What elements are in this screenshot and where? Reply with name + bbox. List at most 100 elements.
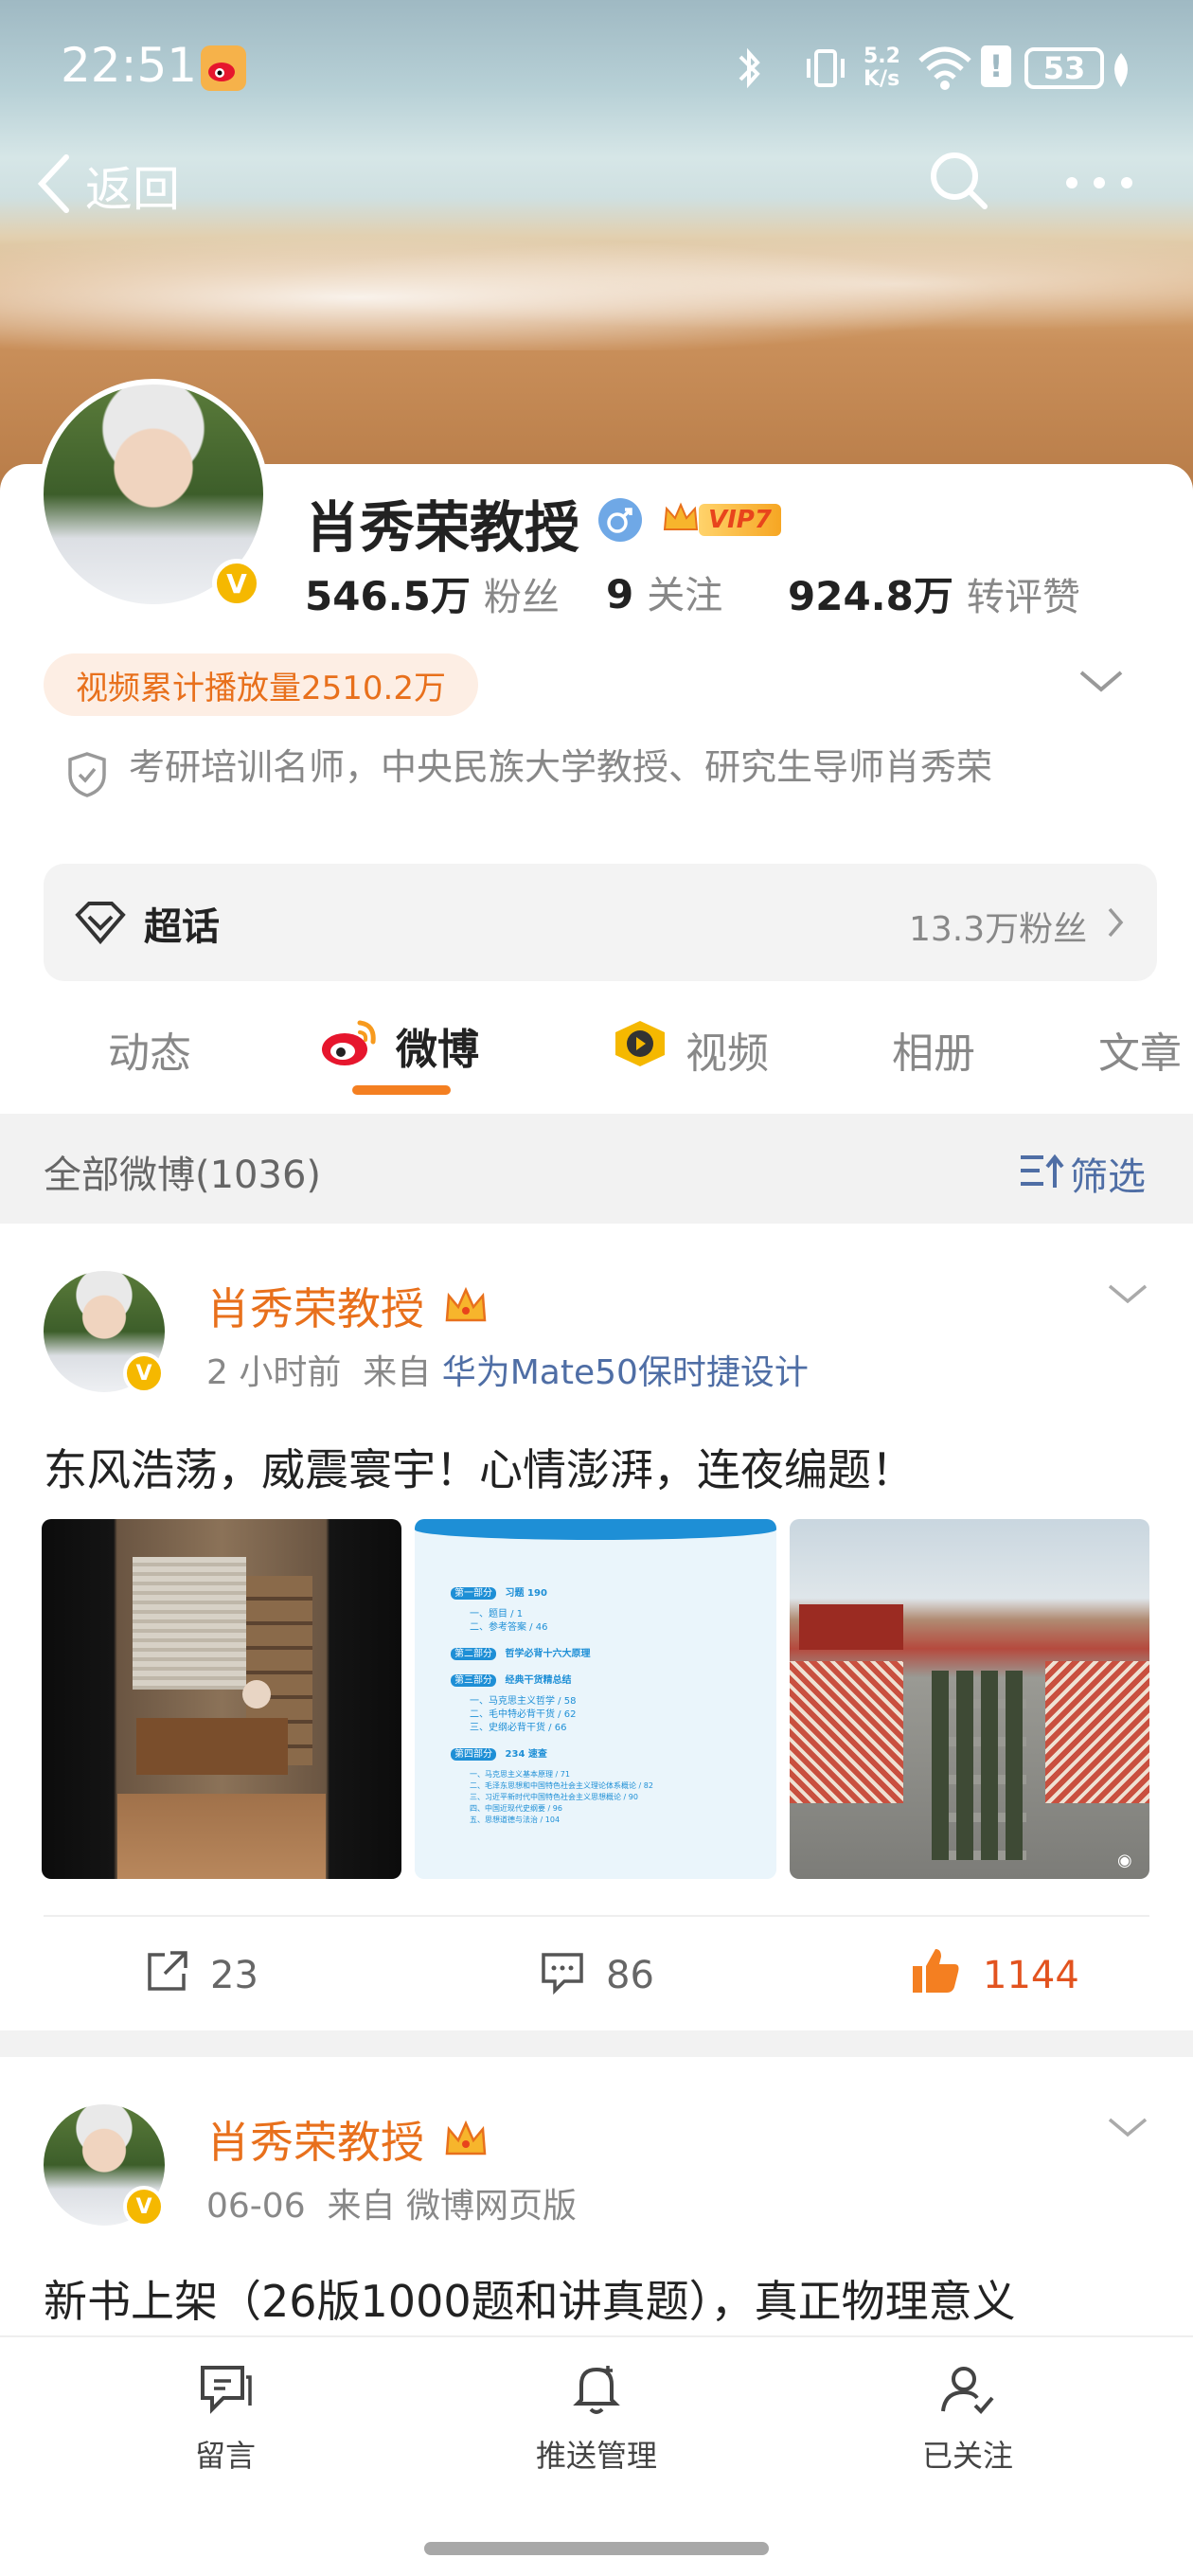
post-separator [0,2030,1193,2057]
like-count: 1144 [983,1954,1079,1997]
part-2-title: 哲学必背十六大原理 [505,1649,591,1659]
part-4-item-2: 二、毛泽东思想和中国特色社会主义理论体系概论 / 82 [470,1781,653,1790]
part-1-label: 第一部分 [451,1587,496,1600]
crown-icon [661,499,701,541]
comment-count: 86 [606,1954,654,1997]
post-menu-chevron-icon[interactable] [1106,2114,1149,2144]
battery-indicator: 53 [1024,47,1104,89]
part-4-title: 234 速查 [505,1749,547,1760]
comment-button[interactable]: 86 [538,1947,654,2004]
interactions-label: 转评赞 [966,576,1080,619]
contents-text: 第一部分 习题 190 一、题目 / 1 二、参考答案 / 46 第二部分 哲学… [451,1587,763,1826]
status-time: 22:51 [61,38,198,93]
military-parade-photo[interactable]: ◉ [790,1519,1149,1879]
diamond-icon [74,900,127,949]
video-plays-pill[interactable]: 视频累计播放量2510.2万 [44,653,478,716]
desk [136,1718,288,1775]
back-label: 返回 [85,162,180,217]
part-4-item-3: 三、习近平新时代中国特色社会主义思想概论 / 90 [470,1793,638,1801]
followed-user-icon [769,2362,1166,2424]
verified-badge: V [212,559,261,608]
vip-badge[interactable]: VIP7 [661,496,781,544]
post-meta: 2 小时前 来自 华为Mate50保时捷设计 [206,1345,809,1394]
chevron-left-icon [34,152,76,220]
repost-count: 23 [210,1954,258,1997]
nav-push-settings[interactable]: 推送管理 [398,2362,795,2476]
comment-icon [538,1947,587,2004]
search-icon[interactable] [926,148,992,218]
tab-weibo[interactable]: 微博 [396,1015,479,1076]
expand-chevron-icon[interactable] [1077,667,1125,699]
message-icon [27,2362,424,2424]
part-4-item-4: 四、中国近现代史纲要 / 96 [470,1804,562,1813]
leaf-charging-icon [1108,51,1134,93]
part-4-label: 第四部分 [451,1748,496,1761]
part-4-item-1: 一、马克思主义基本原理 / 71 [470,1770,570,1779]
video-tab-icon [610,1017,670,1074]
nav-message[interactable]: 留言 [27,2362,424,2476]
part-1-title: 习题 190 [505,1588,547,1599]
part-3-label: 第三部分 [451,1674,496,1687]
bio-text: 考研培训名师，中央民族大学教授、研究生导师肖秀荣 [129,746,993,788]
tab-articles[interactable]: 文章 [1098,1019,1193,1080]
home-indicator[interactable] [424,2542,769,2555]
following-count: 9 [606,571,634,617]
post-text: 新书上架（26版1000题和讲真题），真正物理意义 [44,2276,1016,2327]
tab-album[interactable]: 相册 [892,1019,975,1080]
study-room-photo[interactable] [42,1519,401,1879]
post-source[interactable]: 华为Mate50保时捷设计 [442,1353,809,1392]
alert-icon: ! [981,45,1011,87]
fans-label: 粉丝 [483,576,560,619]
thumbs-up-icon [909,1945,962,2006]
post-author[interactable]: 肖秀荣教授 [206,2108,424,2171]
part-4-item-5: 五、思想道德与法治 / 104 [470,1816,561,1824]
stat-interactions[interactable]: 924.8万 转评赞 [788,564,1080,622]
supertopic-label: 超话 [144,905,220,949]
supertopic-fans: 13.3万粉丝 [909,910,1088,949]
tab-dynamics[interactable]: 动态 [108,1019,191,1080]
crowd-right [1045,1661,1149,1803]
post-author[interactable]: 肖秀荣教授 [206,1275,424,1337]
part-3-item-2: 二、毛中特必背干货 / 62 [470,1709,577,1720]
nav-followed-label: 已关注 [921,2438,1013,2474]
vip-level: VIP7 [699,504,781,536]
tab-videos[interactable]: 视频 [686,1019,769,1080]
nav-followed[interactable]: 已关注 [769,2362,1166,2476]
bluetooth-icon [731,44,769,97]
stat-following[interactable]: 9 关注 [606,564,722,619]
back-button[interactable]: 返回 [34,152,180,220]
tab-active-indicator [352,1085,451,1095]
vehicle-column [932,1671,1026,1860]
like-button[interactable]: 1144 [909,1945,1079,2006]
profile-name: 肖秀荣教授 [305,495,580,560]
post-verified-badge: V [123,2186,165,2227]
share-icon [144,1947,191,2004]
banner-wave [0,218,1193,350]
part-3-title: 经典干货精总结 [505,1675,572,1686]
chevron-right-icon [1104,905,1127,943]
crown-icon [441,1282,490,1332]
interactions-count: 924.8万 [788,573,953,619]
part-3-item-1: 一、马克思主义哲学 / 58 [470,1696,577,1707]
crowd-left [790,1661,903,1803]
part-1-item-1: 一、题目 / 1 [470,1609,524,1619]
tiananmen-building [799,1604,903,1650]
stat-fans[interactable]: 546.5万 粉丝 [305,564,560,622]
filter-button[interactable]: 筛选 [1017,1146,1146,1201]
part-2-label: 第二部分 [451,1648,496,1660]
weibo-notification-icon [201,45,246,91]
filter-label: 筛选 [1070,1155,1146,1199]
post-source[interactable]: 微博网页版 [406,2187,577,2226]
book-contents-page[interactable]: 第一部分 习题 190 一、题目 / 1 二、参考答案 / 46 第二部分 哲学… [415,1519,776,1879]
crown-icon [441,2116,490,2165]
more-options-icon[interactable] [1062,169,1136,201]
page-header-band [415,1519,776,1540]
post-meta: 06-06 来自 微博网页版 [206,2178,577,2227]
wooden-floor [117,1794,326,1879]
fans-count: 546.5万 [305,573,471,619]
network-speed: 5.2 K/s [864,45,900,91]
part-3-item-3: 三、史纲必背干货 / 66 [470,1723,567,1733]
repost-button[interactable]: 23 [144,1947,258,2004]
post-menu-chevron-icon[interactable] [1106,1280,1149,1311]
nav-message-label: 留言 [194,2438,256,2474]
